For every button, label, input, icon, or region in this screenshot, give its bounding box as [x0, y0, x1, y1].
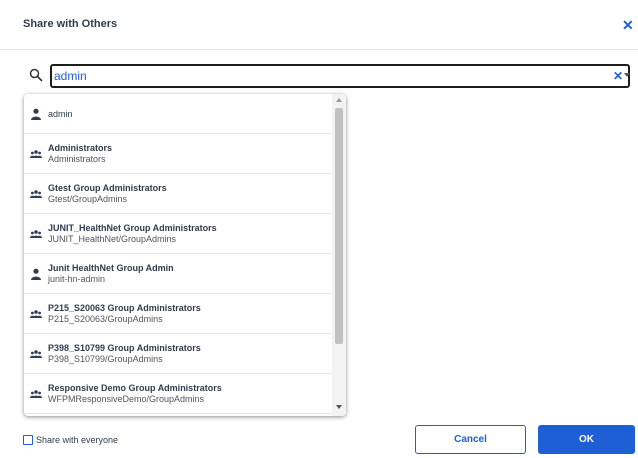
result-name: Junit HealthNet Group Admin — [48, 263, 174, 273]
results-list: admin Administrators Administrators Gtest G… — [24, 94, 332, 414]
result-name: admin — [48, 109, 73, 119]
scrollbar[interactable] — [332, 94, 346, 416]
search-bar — [23, 64, 630, 88]
group-icon — [30, 147, 42, 159]
result-subtitle: Gtest/GroupAdmins — [48, 194, 128, 204]
result-item[interactable]: Gtest Group Administrators Gtest/GroupAdm… — [24, 174, 332, 214]
dialog-header: Share with Others ✕ — [0, 0, 638, 50]
result-item[interactable]: JUNIT_HealthNet Group Administrators JUNI… — [24, 214, 332, 254]
result-subtitle: P398_S10799/GroupAdmins — [48, 354, 163, 364]
cancel-button[interactable]: Cancel — [415, 425, 526, 454]
result-name: P398_S10799 Group Administrators — [48, 343, 201, 353]
chevron-down-icon[interactable] — [624, 73, 630, 77]
result-item[interactable]: P398_S10799 Group Administrators P398_S10… — [24, 334, 332, 374]
clear-icon[interactable]: ✕ — [612, 68, 624, 84]
result-item[interactable]: admin — [24, 94, 332, 134]
result-subtitle: Administrators — [48, 154, 106, 164]
user-icon — [30, 267, 42, 280]
result-name: Gtest Group Administrators — [48, 183, 167, 193]
search-results-dropdown: admin Administrators Administrators Gtest G… — [24, 94, 346, 416]
scroll-up-arrow-icon[interactable] — [336, 98, 342, 102]
result-item[interactable]: Administrators Administrators — [24, 134, 332, 174]
scroll-down-arrow-icon[interactable] — [336, 405, 342, 409]
share-dialog: Share with Others ✕ ✕ admin Administrator… — [0, 0, 638, 458]
share-with-everyone[interactable]: Share with everyone — [23, 433, 118, 447]
result-subtitle: junit-hn-admin — [48, 274, 106, 284]
close-icon[interactable]: ✕ — [622, 17, 636, 33]
result-subtitle: P215_S20063/GroupAdmins — [48, 314, 163, 324]
group-icon — [30, 187, 42, 199]
result-item[interactable]: Responsive Demo Group Administrators WFPM… — [24, 374, 332, 414]
group-icon — [30, 227, 42, 239]
share-with-everyone-checkbox[interactable] — [23, 435, 33, 445]
result-name: Administrators — [48, 143, 113, 153]
result-name: P215_S20063 Group Administrators — [48, 303, 201, 313]
result-subtitle: WFPMResponsiveDemo/GroupAdmins — [48, 394, 205, 404]
result-name: JUNIT_HealthNet Group Administrators — [48, 223, 217, 233]
result-item[interactable]: Junit HealthNet Group Admin junit-hn-admi… — [24, 254, 332, 294]
scroll-thumb[interactable] — [335, 108, 343, 344]
group-icon — [30, 347, 42, 359]
result-name: Responsive Demo Group Administrators — [48, 383, 222, 393]
user-icon — [30, 107, 42, 120]
result-subtitle: JUNIT_HealthNet/GroupAdmins — [48, 234, 177, 244]
result-item[interactable]: P215_S20063 Group Administrators P215_S20… — [24, 294, 332, 334]
dialog-title: Share with Others — [23, 18, 118, 30]
group-icon — [30, 307, 42, 319]
search-input[interactable] — [50, 64, 630, 88]
group-icon — [30, 387, 42, 399]
ok-button[interactable]: OK — [538, 425, 635, 454]
share-with-everyone-label: Share with everyone — [36, 435, 119, 445]
search-icon — [29, 68, 43, 82]
